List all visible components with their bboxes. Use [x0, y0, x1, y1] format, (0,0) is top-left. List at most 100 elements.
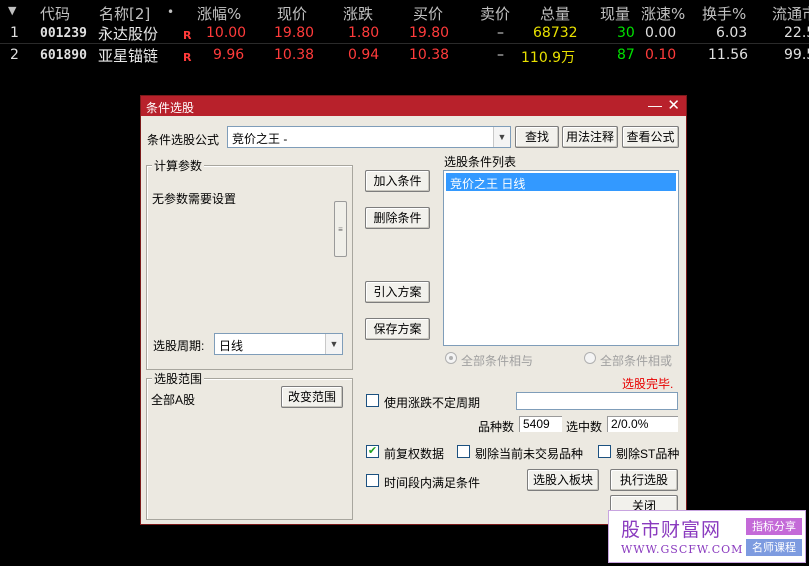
col-last-vol[interactable]: 现量: [600, 3, 630, 24]
dialog-titlebar[interactable]: 条件选股 — ✕: [141, 96, 686, 116]
close-icon[interactable]: ✕: [667, 96, 680, 114]
add-condition-button[interactable]: 加入条件: [365, 170, 430, 192]
float-cap: 99.5: [784, 47, 809, 63]
radio-and[interactable]: [445, 352, 457, 364]
adjusted-data-label: 前复权数据: [384, 447, 445, 461]
watermark-logo: 股市财富网 WWW.GSCFW.COM 指标分享 名师课程: [608, 510, 806, 563]
col-speed[interactable]: 涨速%: [641, 3, 685, 24]
col-change-pct[interactable]: 涨幅%: [197, 3, 241, 24]
dialog-title: 条件选股: [146, 101, 195, 115]
volume: 110.9万: [521, 50, 576, 66]
condition-list[interactable]: 竞价之王 日线: [443, 170, 679, 346]
find-button[interactable]: 查找: [515, 126, 559, 148]
speed: 0.00: [645, 25, 677, 41]
quote-table-header: ▼ 代码 名称[2] • 涨幅% 现价 涨跌 买价 卖价 总量 现量 涨速% 换…: [0, 0, 809, 24]
col-change[interactable]: 涨跌: [343, 3, 373, 24]
change-pct: 10.00: [206, 25, 247, 41]
uncertain-period-checkbox[interactable]: [366, 394, 379, 407]
minimize-icon[interactable]: —: [648, 97, 662, 113]
formula-select[interactable]: 竞价之王 - ▼: [227, 126, 511, 148]
watermark-tag-share: 指标分享: [746, 518, 802, 535]
change-scope-button[interactable]: 改变范围: [281, 386, 343, 408]
selected-label: 选中数: [566, 420, 603, 434]
import-scheme-button[interactable]: 引入方案: [365, 281, 430, 303]
volume: 68732: [533, 25, 578, 41]
scope-value: 全部A股: [151, 393, 196, 407]
time-range-label: 时间段内满足条件: [384, 476, 481, 490]
radio-or[interactable]: [584, 352, 596, 364]
exclude-untraded-label: 剔除当前未交易品种: [475, 447, 584, 461]
chevron-down-icon[interactable]: ▼: [493, 127, 510, 147]
col-dot: •: [167, 5, 175, 19]
stock-code: 601890: [40, 48, 87, 63]
time-range-checkbox[interactable]: [366, 474, 379, 487]
list-item[interactable]: 竞价之王 日线: [446, 173, 676, 191]
formula-label: 条件选股公式: [147, 133, 220, 147]
col-code[interactable]: 代码: [40, 3, 70, 24]
uncertain-period-label: 使用涨跌不定周期: [384, 396, 481, 410]
params-text: 无参数需要设置: [152, 192, 237, 206]
condition-screening-dialog: 条件选股 — ✕ 条件选股公式 竞价之王 - ▼ 查找 用法注释 查看公式 计算…: [140, 95, 687, 525]
table-row[interactable]: 1 001239 永达股份 R 10.00 19.80 1.80 19.80 –…: [0, 22, 809, 44]
adjusted-data-checkbox[interactable]: ✔: [366, 445, 379, 458]
view-formula-button[interactable]: 查看公式: [622, 126, 679, 148]
count-value: 5409: [519, 416, 562, 432]
change-pct: 9.96: [213, 47, 245, 63]
params-group-title: 计算参数: [152, 157, 205, 174]
add-to-block-button[interactable]: 选股入板块: [527, 469, 599, 491]
float-cap: 22.5: [784, 25, 809, 41]
selected-value: 2/0.0%: [607, 416, 678, 432]
exclude-st-checkbox[interactable]: [598, 445, 611, 458]
watermark-title: 股市财富网: [621, 519, 722, 541]
bid: 19.80: [409, 25, 450, 41]
price: 19.80: [274, 25, 315, 41]
scope-group-title: 选股范围: [152, 370, 205, 387]
col-price[interactable]: 现价: [277, 3, 307, 24]
row-index: 1: [10, 25, 19, 41]
period-select[interactable]: 日线 ▼: [214, 333, 343, 355]
watermark-url: WWW.GSCFW.COM: [621, 543, 744, 556]
price: 10.38: [274, 47, 315, 63]
exclude-st-label: 剔除ST品种: [616, 447, 680, 461]
ask: –: [497, 47, 504, 63]
chevron-down-icon[interactable]: ▼: [325, 334, 342, 354]
change: 0.94: [348, 47, 380, 63]
params-scrollbar-thumb[interactable]: ≡: [334, 201, 347, 257]
period-value: 日线: [219, 339, 244, 353]
exclude-untraded-checkbox[interactable]: [457, 445, 470, 458]
turnover: 6.03: [716, 25, 748, 41]
last-vol: 30: [617, 25, 635, 41]
count-label: 品种数: [478, 420, 515, 434]
radio-or-label: 全部条件相或: [600, 354, 673, 368]
status-text: 选股完毕.: [622, 377, 674, 391]
period-label: 选股周期:: [153, 339, 205, 353]
col-name[interactable]: 名称[2]: [99, 3, 150, 24]
formula-value: 竞价之王 -: [232, 132, 288, 146]
radio-and-label: 全部条件相与: [461, 354, 534, 368]
row-index: 2: [10, 47, 19, 63]
table-row[interactable]: 2 601890 亚星锚链 R 9.96 10.38 0.94 10.38 – …: [0, 44, 809, 66]
col-bid[interactable]: 买价: [413, 3, 443, 24]
col-volume[interactable]: 总量: [540, 3, 570, 24]
col-float-cap[interactable]: 流通市: [772, 3, 809, 24]
r-flag: R: [183, 29, 192, 42]
execute-screening-button[interactable]: 执行选股: [610, 469, 678, 491]
stock-name: 永达股份: [98, 25, 159, 43]
col-ask[interactable]: 卖价: [480, 3, 510, 24]
column-menu-icon[interactable]: ▼: [8, 4, 16, 17]
last-vol: 87: [617, 47, 635, 63]
stock-code: 001239: [40, 26, 87, 41]
save-scheme-button[interactable]: 保存方案: [365, 318, 430, 340]
r-flag: R: [183, 51, 192, 64]
stock-name: 亚星锚链: [98, 47, 159, 65]
change: 1.80: [348, 25, 380, 41]
turnover: 11.56: [708, 47, 749, 63]
ask: –: [497, 25, 504, 41]
watermark-tag-course: 名师课程: [746, 539, 802, 556]
col-turnover[interactable]: 换手%: [702, 3, 746, 24]
uncertain-period-input[interactable]: [516, 392, 678, 410]
condition-list-title: 选股条件列表: [444, 155, 517, 169]
delete-condition-button[interactable]: 删除条件: [365, 207, 430, 229]
speed: 0.10: [645, 47, 677, 63]
usage-notes-button[interactable]: 用法注释: [562, 126, 618, 148]
